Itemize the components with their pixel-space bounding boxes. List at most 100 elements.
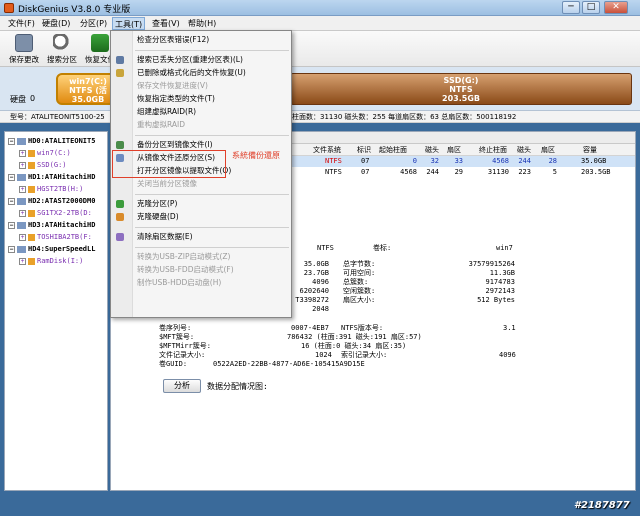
partition-c-size: 35.0GB	[71, 95, 105, 104]
collapse-icon[interactable]: −	[8, 137, 15, 145]
column-header[interactable]: 起始柱面	[379, 144, 407, 156]
column-header[interactable]: 文件系统	[313, 144, 341, 156]
expand-icon[interactable]: +	[19, 209, 26, 217]
tree-disk-item[interactable]: − HD0:ATALITEONIT5	[8, 136, 95, 147]
table-cell: 07	[361, 168, 370, 176]
minimize-button[interactable]: ─	[562, 1, 580, 14]
menu-item-label: 备份分区到镜像文件(I)	[137, 140, 213, 149]
menu-tools[interactable]: 工具(T)	[112, 17, 146, 30]
search-partition-button[interactable]: 搜索分区	[44, 33, 80, 65]
menu-item-label: 组建虚拟RAID(R)	[137, 107, 197, 116]
partition-c-name: win7(C:)	[69, 77, 107, 86]
partition-icon	[28, 149, 35, 157]
tree-partition-item[interactable]: + RamDisk(I:)	[19, 256, 83, 267]
info-guid-label: 卷GUID:	[159, 360, 188, 368]
title-bar: DiskGenius V3.8.0 专业版 ─ □ ✕	[0, 0, 640, 16]
info-right-label: 总簇数:	[343, 278, 369, 286]
expand-icon[interactable]: +	[19, 233, 26, 241]
table-cell: 33	[454, 157, 463, 165]
save-changes-button[interactable]: 保存更改	[6, 33, 42, 65]
watermark: #2187877	[574, 500, 630, 511]
collapse-icon[interactable]: −	[8, 197, 15, 205]
tree-item-label: HGST2TB(H:)	[37, 185, 84, 193]
tree-disk-item[interactable]: − HD3:ATAHitachiHD	[8, 220, 95, 231]
menu-item-3[interactable]: 已删除或格式化后的文件恢复(U)	[111, 67, 291, 79]
tree-partition-item[interactable]: + TOSHIBA2TB(F:	[19, 232, 92, 243]
info-fs-value: NTFS	[317, 244, 334, 252]
tree-disk-item[interactable]: − HD4:SuperSpeedLL	[8, 244, 95, 255]
table-cell: 4568	[400, 168, 417, 176]
menu-item-14[interactable]: 克隆分区(P)	[111, 198, 291, 210]
menu-item-15[interactable]: 克隆硬盘(D)	[111, 211, 291, 223]
menu-item-label: 恢复指定类型的文件(T)	[137, 94, 215, 103]
menu-item-label: 重构虚拟RAID	[137, 120, 186, 129]
info-right-value: 11.3GB	[489, 269, 515, 277]
menu-item-21: 制作USB-HDD启动盘(H)	[111, 277, 291, 289]
menu-item-17[interactable]: 清除扇区数据(E)	[111, 231, 291, 243]
tree-partition-item[interactable]: + SSD(G:)	[19, 160, 67, 171]
menu-item-label: 检查分区表错误(F12)	[137, 35, 210, 44]
menu-item-19: 转换为USB-ZIP启动模式(Z)	[111, 251, 291, 263]
column-header[interactable]: 扇区	[447, 144, 461, 156]
menu-item-4: 保存文件恢复进度(V)	[111, 80, 291, 92]
collapse-icon[interactable]: −	[8, 173, 15, 181]
magnifier-icon	[53, 34, 71, 52]
analyze-button[interactable]: 分析	[163, 379, 201, 393]
column-header[interactable]: 终止柱面	[479, 144, 507, 156]
table-cell: NTFS	[325, 168, 342, 176]
info-record-size-value: 1024	[315, 351, 332, 359]
column-header[interactable]: 磁头	[425, 144, 439, 156]
menu-item-label: 克隆分区(P)	[137, 199, 178, 208]
app-icon	[4, 3, 14, 13]
expand-icon[interactable]: +	[19, 185, 26, 193]
menu-separator	[135, 194, 289, 195]
menu-help[interactable]: 帮助(H)	[186, 17, 218, 30]
column-header[interactable]: 扇区	[541, 144, 555, 156]
save-icon	[15, 34, 33, 52]
menu-file[interactable]: 文件(F)	[6, 17, 37, 30]
column-header[interactable]: 容量	[583, 144, 597, 156]
menu-partition[interactable]: 分区(P)	[78, 17, 109, 30]
tree-partition-item[interactable]: + SG1TX2-2TB(D:	[19, 208, 92, 219]
disk-tree: − HD0:ATALITEONIT5 + win7(C:) + SSD(G:) − HD1:A…	[4, 131, 108, 491]
menu-separator	[135, 247, 289, 248]
collapse-icon[interactable]: −	[8, 221, 15, 229]
table-cell: 29	[454, 168, 463, 176]
menu-item-0[interactable]: 检查分区表错误(F12)	[111, 34, 291, 46]
menu-item-20: 转换为USB-FDD启动模式(F)	[111, 264, 291, 276]
tree-disk-item[interactable]: − HD2:ATAST2000DM0	[8, 196, 95, 207]
partition-g-fs: NTFS	[449, 85, 473, 94]
menu-separator	[135, 227, 289, 228]
menu-disk[interactable]: 硬盘(D)	[40, 17, 72, 30]
column-header[interactable]: 标识	[357, 144, 371, 156]
expand-icon[interactable]: +	[19, 149, 26, 157]
disk-icon	[17, 245, 26, 253]
table-cell: 4568	[492, 157, 509, 165]
expand-icon[interactable]: +	[19, 161, 26, 169]
menu-item-5[interactable]: 恢复指定类型的文件(T)	[111, 93, 291, 105]
tree-item-label: HD1:ATAHitachiHD	[28, 173, 96, 181]
disk-geometry: 柱面数：31130 磁头数：255 每道扇区数：63 总扇区数：50011819…	[292, 113, 517, 121]
menu-view[interactable]: 查看(V)	[150, 17, 182, 30]
tree-partition-item[interactable]: + HGST2TB(H:)	[19, 184, 83, 195]
expand-icon[interactable]: +	[19, 257, 26, 265]
allocation-map-label: 数据分配情况图:	[207, 382, 268, 391]
tree-item-label: win7(C:)	[37, 149, 71, 157]
tree-partition-item[interactable]: + win7(C:)	[19, 148, 71, 159]
collapse-icon[interactable]: −	[8, 245, 15, 253]
menu-item-icon	[116, 69, 124, 77]
column-header[interactable]: 磁头	[517, 144, 531, 156]
menu-item-label: 克隆硬盘(D)	[137, 212, 179, 221]
tree-disk-item[interactable]: − HD1:ATAHitachiHD	[8, 172, 95, 183]
partition-block-g[interactable]: SSD(G:) NTFS 203.5GB	[290, 73, 632, 105]
menu-item-2[interactable]: 搜索已丢失分区(重建分区表)(L)	[111, 54, 291, 66]
table-cell: 223	[518, 168, 531, 176]
table-cell: 32	[430, 157, 439, 165]
info-mftmirr-label: $MFTMirr簇号:	[159, 342, 211, 350]
menu-item-6[interactable]: 组建虚拟RAID(R)	[111, 106, 291, 118]
maximize-button[interactable]: □	[582, 1, 600, 14]
table-cell: 203.5GB	[581, 168, 611, 176]
table-cell: 5	[552, 168, 557, 176]
close-button[interactable]: ✕	[604, 1, 628, 14]
menu-item-icon	[116, 200, 124, 208]
